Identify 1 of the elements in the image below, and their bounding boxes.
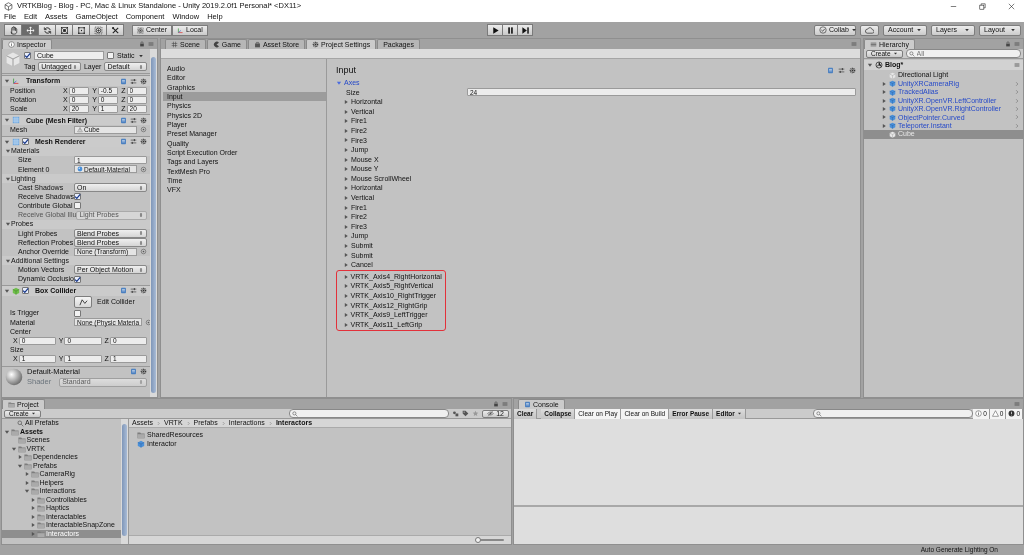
settings-title: Input <box>336 65 357 76</box>
